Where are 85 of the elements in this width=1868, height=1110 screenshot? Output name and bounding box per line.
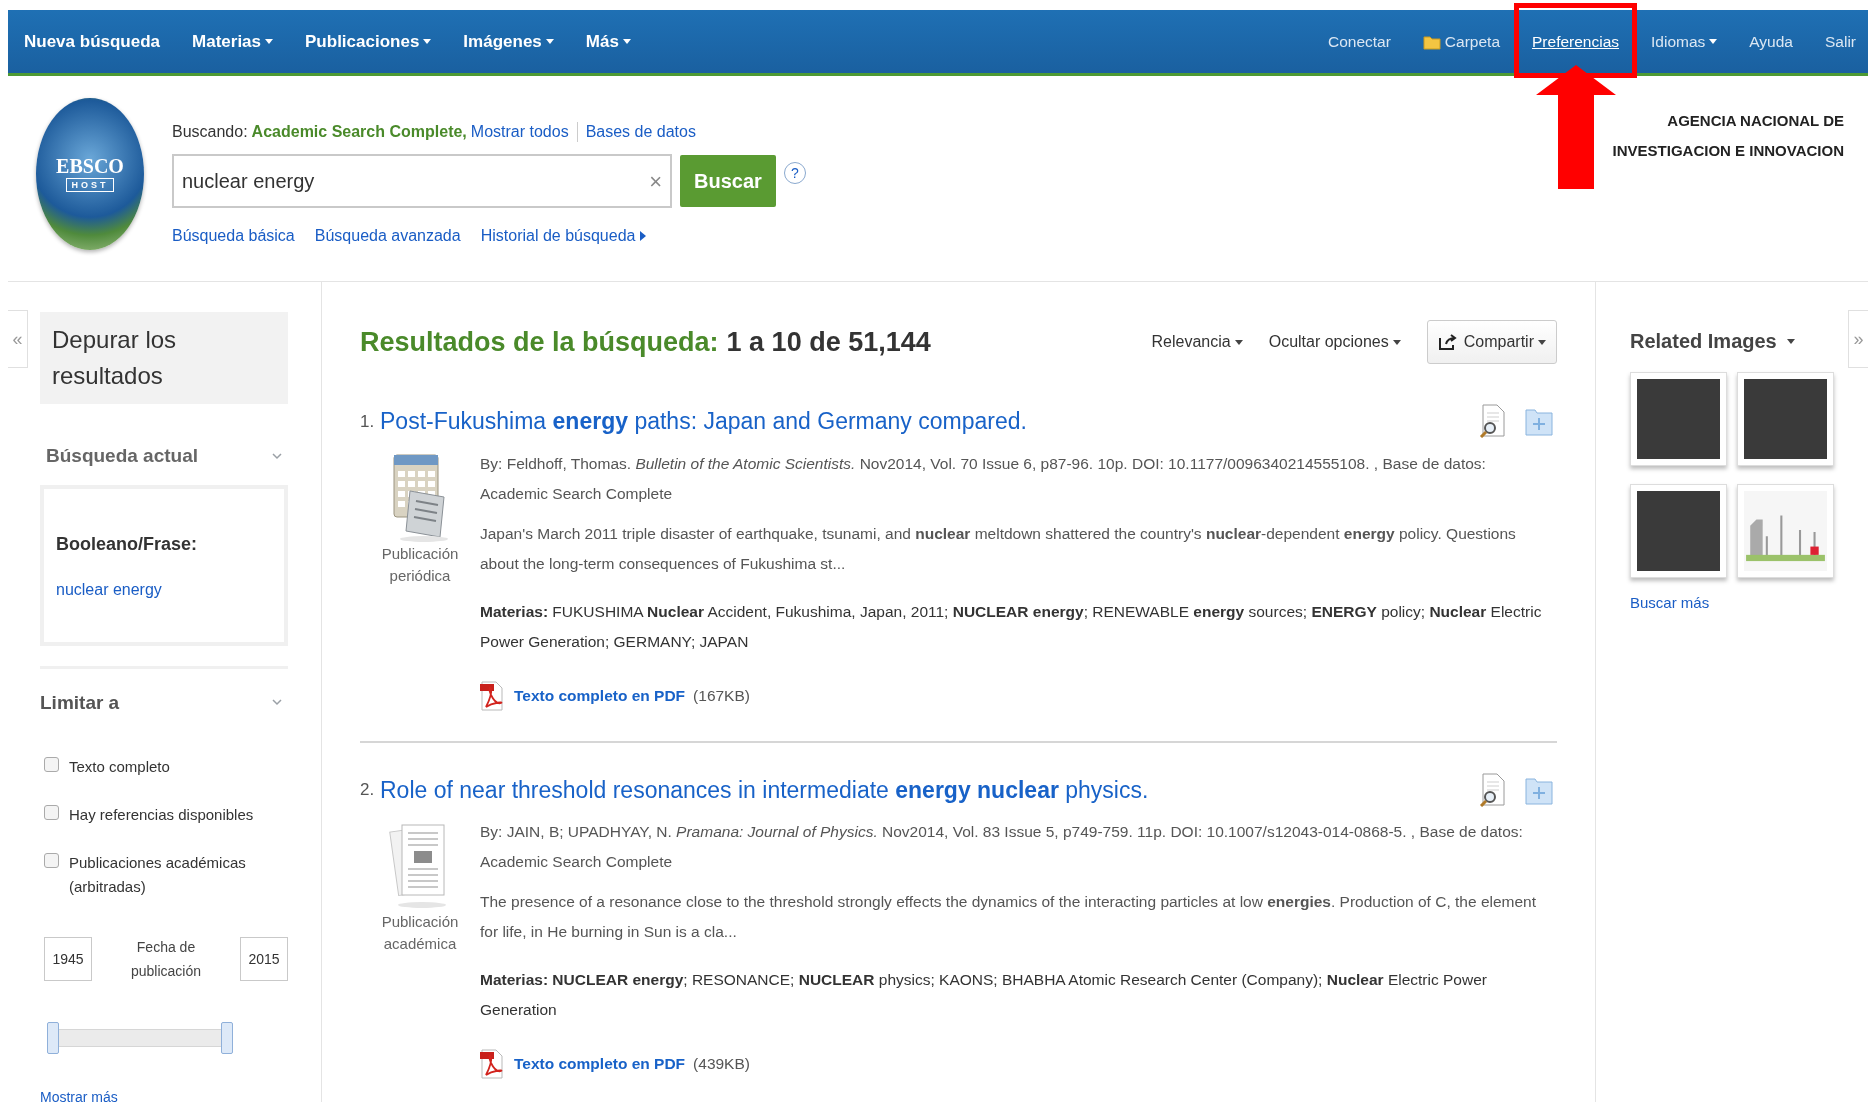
logo-subtext: HOST: [66, 178, 114, 192]
pdf-icon: [480, 680, 504, 711]
file-size: (439KB): [693, 1054, 750, 1074]
show-more-link[interactable]: Mostrar más: [40, 1087, 288, 1108]
nav-link[interactable]: Preferencias: [1532, 29, 1620, 54]
checkbox[interactable]: [44, 757, 59, 772]
slider-handle[interactable]: [47, 1022, 59, 1054]
database-name: Academic Search Complete,: [251, 122, 467, 142]
search-input[interactable]: nuclear energy ×: [172, 154, 672, 208]
refine-title: Depurar los resultados: [52, 325, 178, 391]
caret-icon: [1234, 339, 1243, 345]
checkbox[interactable]: [44, 805, 59, 820]
pdf-full-text-link[interactable]: Texto completo en PDF: [514, 680, 686, 711]
collapse-panel-button[interactable]: «: [8, 310, 28, 368]
nav-link[interactable]: Idiomas: [1651, 29, 1718, 54]
expand-panel-button[interactable]: »: [1848, 310, 1868, 368]
image-thumbnail[interactable]: [1737, 484, 1834, 578]
chevron-icon[interactable]: [272, 699, 282, 707]
searching-label: Buscando:: [172, 122, 248, 142]
caret-icon: [1786, 338, 1795, 344]
preview-icon[interactable]: [1479, 404, 1507, 439]
year-from-field[interactable]: 1945: [44, 937, 92, 981]
date-range-label: Fecha de publicación: [129, 938, 203, 981]
image-thumbnail[interactable]: [1630, 484, 1727, 578]
add-to-folder-icon[interactable]: [1525, 406, 1553, 437]
boolean-label: Booleano/Frase:: [56, 532, 199, 556]
publication-type: Publicación periódica: [380, 543, 460, 586]
organization-name: INVESTIGACION E INNOVACION: [1612, 141, 1844, 161]
nav-link[interactable]: Carpeta: [1422, 29, 1500, 54]
checkbox-label: Texto completo: [69, 757, 171, 777]
nav-menu-item[interactable]: Publicaciones: [305, 28, 432, 55]
result-number: 1.: [360, 410, 376, 433]
query-link[interactable]: nuclear energy: [56, 577, 272, 602]
year-to-field[interactable]: 2015: [240, 937, 288, 981]
nav-menu-item[interactable]: Nueva búsqueda: [24, 28, 161, 55]
search-mode-link[interactable]: Búsqueda básica: [172, 224, 295, 248]
sort-dropdown[interactable]: Relevancia: [1151, 330, 1243, 354]
nav-link[interactable]: Conectar: [1327, 29, 1391, 54]
nav-link[interactable]: Ayuda: [1749, 29, 1793, 54]
pdf-full-text-link[interactable]: Texto completo en PDF: [514, 1049, 686, 1079]
result-title-link[interactable]: Post-Fukushima energy paths: Japan and Germany compared.: [380, 404, 1027, 439]
slider-handle[interactable]: [221, 1022, 233, 1054]
result-number: 2.: [360, 779, 376, 801]
result-subjects: Materias: FUKUSHIMA Nuclear Accident, Fukushima, Japan, 2011; NUCLEAR energy; RENEWABLE energy sources; ENERGY policy; Nuclear Electric Power Generation; GERMANY; JAPAN: [480, 601, 1543, 652]
result-title-link[interactable]: Role of near threshold resonances in intermediate energy nuclear physics.: [380, 772, 1149, 807]
share-icon: [1437, 334, 1458, 350]
pdf-icon: [480, 1049, 504, 1079]
caret-icon: [1392, 339, 1401, 345]
search-button[interactable]: Buscar: [680, 155, 776, 207]
results-heading: Resultados de la búsqueda:: [360, 325, 719, 359]
options-dropdown[interactable]: Ocultar opciones: [1268, 330, 1401, 354]
nav-link[interactable]: Salir: [1825, 29, 1856, 54]
results-count: 1 a 10 de 51,144: [726, 325, 931, 359]
organization-name: AGENCIA NACIONAL DE: [1667, 111, 1844, 131]
ebsco-logo[interactable]: EBSCO HOST: [36, 98, 144, 250]
nav-menu-item[interactable]: Materias: [192, 28, 274, 55]
related-images-heading: Related Images: [1630, 329, 1777, 354]
checkbox-label: Publicaciones académicas (arbitradas): [69, 853, 247, 897]
clear-button[interactable]: ×: [649, 164, 662, 198]
result-subjects: Materias: NUCLEAR energy; RESONANCE; NUCLEAR physics; KAONS; BHABHA Atomic Research Center (Company); Nuclear Electric Power Generation: [480, 970, 1488, 1020]
file-size: (167KB): [693, 685, 750, 706]
chevron-icon[interactable]: [272, 452, 282, 460]
databases-link[interactable]: Bases de datos: [585, 120, 696, 144]
section-heading: Búsqueda actual: [46, 444, 199, 468]
image-thumbnail[interactable]: [1630, 372, 1727, 466]
search-mode-link[interactable]: Búsqueda avanzada: [314, 224, 461, 248]
checkbox-label: Hay referencias disponibles: [69, 805, 255, 825]
result-abstract: The presence of a resonance close to the threshold strongly effects the dynamics of the interacting particles at low energies. Production of C, the element for life, in He burning in Sun is a cla...: [480, 892, 1538, 942]
folder-icon: [1422, 33, 1441, 50]
result-citation: By: JAIN, B; UPADHYAY, N. Pramana: Journal of Physics. Nov2014, Vol. 83 Issue 5, p749-759. 11p. DOI: 10.1007/s12043-014-0868-5. , Base de datos: Academic Search Complete: [480, 822, 1524, 872]
result-abstract: Japan's March 2011 triple disaster of earthquake, tsunami, and nuclear meltdown shattered the country's nuclear-dependent energy policy. Questions about the long-term consequences of Fukushima st...: [480, 523, 1517, 574]
preview-icon[interactable]: [1479, 772, 1507, 807]
search-mode-link[interactable]: Historial de búsqueda: [480, 224, 647, 248]
nav-menu-item[interactable]: Imágenes: [463, 28, 554, 55]
result-citation: By: Feldhoff, Thomas. Bulletin of the Atomic Scientists. Nov2014, Vol. 70 Issue 6, p87-96. 10p. DOI: 10.1177/0096340214555108. , Base de datos: Academic Search Complete: [480, 453, 1487, 504]
nav-menu-item[interactable]: Más: [585, 28, 631, 55]
publication-type: Publicación académica: [380, 912, 460, 954]
search-more-link[interactable]: Buscar más: [1630, 592, 1842, 615]
logo-text: EBSCO: [56, 156, 124, 176]
show-all-link[interactable]: Mostrar todos: [470, 120, 569, 144]
section-heading: Limitar a: [40, 690, 120, 715]
image-thumbnail[interactable]: [1737, 372, 1834, 466]
caret-icon: [1538, 339, 1546, 345]
share-button[interactable]: Compartir: [1426, 320, 1557, 364]
checkbox[interactable]: [44, 853, 59, 868]
